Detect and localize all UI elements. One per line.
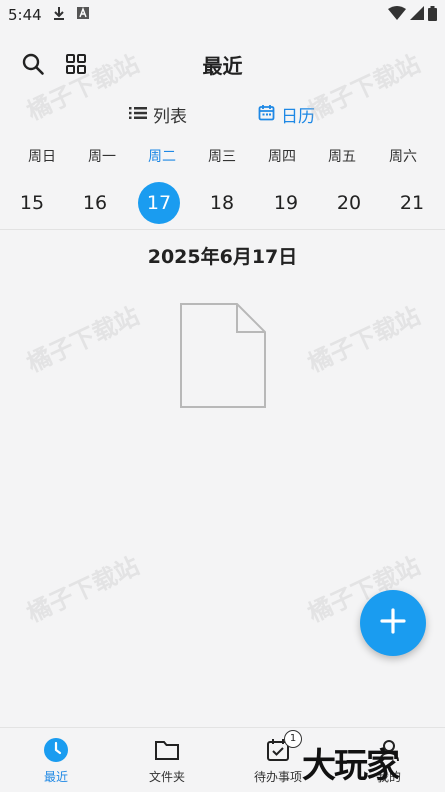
app-header: 最近 xyxy=(0,40,445,88)
nav-item-label: 最近 xyxy=(43,770,68,784)
calendar-icon xyxy=(258,104,275,126)
status-time: 5:44 xyxy=(8,6,42,24)
watermark: 橘子下载站 xyxy=(303,301,425,378)
weekday-label: 周二 xyxy=(148,149,176,165)
divider xyxy=(0,229,445,230)
date-cell-selected[interactable]: 17 xyxy=(138,182,180,224)
date-cell[interactable]: 21 xyxy=(391,182,433,224)
search-icon[interactable] xyxy=(21,52,45,76)
list-icon xyxy=(129,105,147,125)
weekday-label: 周五 xyxy=(328,149,356,165)
week-date-row: 15 16 17 18 19 20 21 xyxy=(0,182,445,226)
download-icon xyxy=(52,6,66,24)
weekday-label: 周日 xyxy=(28,149,56,165)
calendar-check-icon: 1 xyxy=(264,730,302,764)
weekday-label: 周六 xyxy=(389,149,417,165)
battery-icon xyxy=(428,5,437,25)
folder-icon xyxy=(153,736,181,764)
todo-count-badge: 1 xyxy=(284,730,302,748)
nav-item-recent[interactable]: 最近 xyxy=(11,736,101,788)
calendar-view-toggle[interactable]: 日历 xyxy=(258,102,315,127)
watermark: 橘子下载站 xyxy=(22,301,144,378)
view-toggle: 列表 日历 xyxy=(0,102,445,130)
signal-icon xyxy=(410,6,424,24)
weekday-label: 周四 xyxy=(268,149,296,165)
date-cell[interactable]: 15 xyxy=(11,182,53,224)
weekday-label: 周三 xyxy=(208,149,236,165)
date-cell[interactable]: 16 xyxy=(74,182,116,224)
watermark: 橘子下载站 xyxy=(22,551,144,628)
nav-item-label: 待办事项 xyxy=(253,770,302,784)
nav-item-label: 文件夹 xyxy=(148,770,185,784)
plus-icon xyxy=(379,607,407,639)
status-bar: 5:44 xyxy=(0,0,445,30)
date-cell[interactable]: 18 xyxy=(201,182,243,224)
selected-date-heading: 2025年6月17日 xyxy=(147,246,298,268)
list-view-toggle[interactable]: 列表 xyxy=(129,102,187,127)
grid-icon[interactable] xyxy=(64,52,88,76)
weekday-header: 周日 周一 周二 周三 周四 周五 周六 xyxy=(0,146,445,168)
date-cell[interactable]: 20 xyxy=(328,182,370,224)
brand-logo-watermark: 大玩家 xyxy=(302,746,400,786)
empty-document-icon xyxy=(179,302,267,414)
date-cell[interactable]: 19 xyxy=(265,182,307,224)
weekday-label: 周一 xyxy=(88,149,116,165)
clock-icon xyxy=(42,736,70,764)
nav-item-folders[interactable]: 文件夹 xyxy=(122,736,212,788)
font-icon xyxy=(76,6,90,24)
wifi-icon xyxy=(388,6,406,24)
list-view-label: 列表 xyxy=(153,107,187,127)
calendar-view-label: 日历 xyxy=(281,107,315,127)
add-button[interactable] xyxy=(360,590,426,656)
